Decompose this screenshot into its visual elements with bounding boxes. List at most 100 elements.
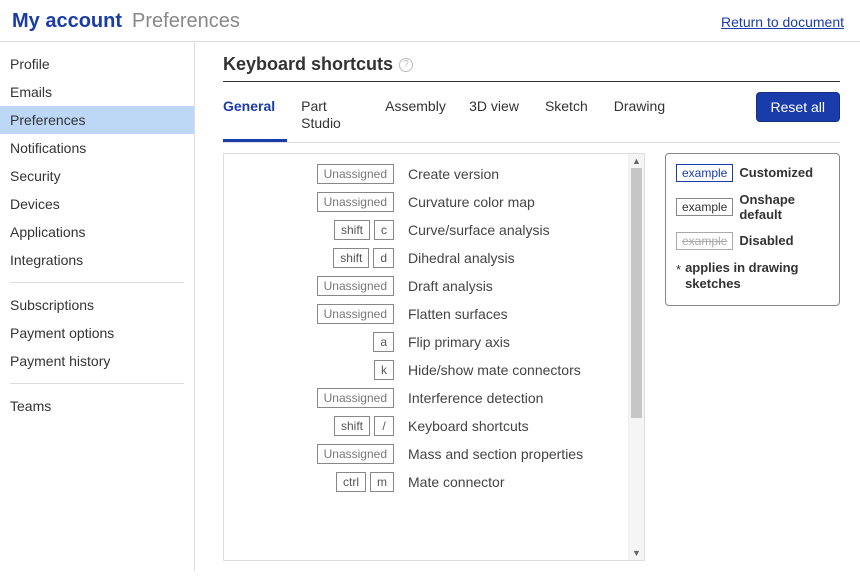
keycap-unassigned[interactable]: Unassigned	[317, 444, 394, 464]
shortcut-row: UnassignedCurvature color map	[234, 192, 622, 212]
shortcut-label: Dihedral analysis	[394, 250, 515, 266]
shortcut-label: Create version	[394, 166, 499, 182]
legend-box: example Customized example Onshape defau…	[665, 153, 840, 307]
return-to-document-link[interactable]: Return to document	[721, 14, 844, 30]
legend-note-text: applies in drawing sketches	[685, 260, 829, 294]
sidebar-item-payment-options[interactable]: Payment options	[0, 319, 194, 347]
shortcut-key-cell[interactable]: Unassigned	[234, 276, 394, 296]
tab-part-studio[interactable]: Part Studio	[301, 92, 371, 142]
sidebar-item-payment-history[interactable]: Payment history	[0, 347, 194, 375]
section-title: Keyboard shortcuts	[223, 54, 393, 75]
legend-row-default: example Onshape default	[676, 192, 829, 222]
sidebar-item-security[interactable]: Security	[0, 162, 194, 190]
shortcut-row: shift/Keyboard shortcuts	[234, 416, 622, 436]
shortcut-row: UnassignedFlatten surfaces	[234, 304, 622, 324]
section-title-row: Keyboard shortcuts ?	[223, 54, 840, 82]
shortcut-label: Mate connector	[394, 474, 505, 490]
tab-drawing[interactable]: Drawing	[614, 92, 677, 142]
legend-key-customized: example	[676, 164, 733, 182]
keycap-unassigned[interactable]: Unassigned	[317, 164, 394, 184]
shortcut-label: Flip primary axis	[394, 334, 510, 350]
tab-3d-view[interactable]: 3D view	[469, 92, 531, 142]
shortcut-key-cell[interactable]: Unassigned	[234, 444, 394, 464]
tab-assembly[interactable]: Assembly	[385, 92, 455, 142]
shortcut-label: Curvature color map	[394, 194, 535, 210]
shortcut-label: Curve/surface analysis	[394, 222, 550, 238]
app-title: My account	[12, 10, 122, 33]
sidebar-item-teams[interactable]: Teams	[0, 392, 194, 420]
header-left: My account Preferences	[12, 10, 240, 33]
keycap-unassigned[interactable]: Unassigned	[317, 304, 394, 324]
keycap-unassigned[interactable]: Unassigned	[317, 276, 394, 296]
keycap[interactable]: /	[374, 416, 394, 436]
shortcut-label: Draft analysis	[394, 278, 493, 294]
scroll-down-icon[interactable]: ▼	[629, 546, 644, 560]
shortcut-pane: UnassignedCreate versionUnassignedCurvat…	[223, 153, 645, 561]
shortcut-row: UnassignedMass and section properties	[234, 444, 622, 464]
shortcut-label: Mass and section properties	[394, 446, 583, 462]
keycap[interactable]: k	[374, 360, 394, 380]
shortcut-key-cell[interactable]: Unassigned	[234, 192, 394, 212]
legend-key-disabled: example	[676, 232, 733, 250]
keycap[interactable]: d	[373, 248, 394, 268]
sidebar: ProfileEmailsPreferencesNotificationsSec…	[0, 42, 195, 571]
legend-note-star: *	[676, 262, 681, 296]
scrollbar[interactable]: ▲ ▼	[628, 154, 644, 560]
shortcut-row: kHide/show mate connectors	[234, 360, 622, 380]
legend-label-disabled: Disabled	[739, 233, 793, 248]
page-header: My account Preferences Return to documen…	[0, 0, 860, 42]
shortcut-row: ctrlmMate connector	[234, 472, 622, 492]
legend-label-default: Onshape default	[739, 192, 829, 222]
sidebar-item-applications[interactable]: Applications	[0, 218, 194, 246]
shortcut-key-cell[interactable]: Unassigned	[234, 388, 394, 408]
shortcut-key-cell[interactable]: a	[234, 332, 394, 352]
shortcut-label: Hide/show mate connectors	[394, 362, 581, 378]
sidebar-item-subscriptions[interactable]: Subscriptions	[0, 291, 194, 319]
sidebar-separator	[10, 282, 184, 283]
keycap[interactable]: shift	[334, 416, 370, 436]
shortcut-key-cell[interactable]: k	[234, 360, 394, 380]
shortcut-label: Flatten surfaces	[394, 306, 508, 322]
shortcut-row: UnassignedInterference detection	[234, 388, 622, 408]
content-area: Keyboard shortcuts ? General Part Studio A…	[195, 42, 860, 571]
scroll-up-icon[interactable]: ▲	[629, 154, 644, 168]
sidebar-separator	[10, 383, 184, 384]
sidebar-item-integrations[interactable]: Integrations	[0, 246, 194, 274]
shortcut-key-cell[interactable]: Unassigned	[234, 304, 394, 324]
legend-label-customized: Customized	[739, 165, 813, 180]
tabs-row: General Part Studio Assembly 3D view Sketch D…	[223, 92, 840, 143]
tab-general[interactable]: General	[223, 92, 287, 142]
sidebar-item-preferences[interactable]: Preferences	[0, 106, 194, 134]
tab-sketch[interactable]: Sketch	[545, 92, 600, 142]
page-subtitle: Preferences	[132, 10, 240, 33]
shortcut-key-cell[interactable]: Unassigned	[234, 164, 394, 184]
help-icon[interactable]: ?	[399, 58, 413, 72]
body-row: UnassignedCreate versionUnassignedCurvat…	[223, 153, 840, 561]
sidebar-item-devices[interactable]: Devices	[0, 190, 194, 218]
keycap-unassigned[interactable]: Unassigned	[317, 388, 394, 408]
keycap-unassigned[interactable]: Unassigned	[317, 192, 394, 212]
keycap[interactable]: shift	[333, 248, 369, 268]
legend-note: * applies in drawing sketches	[676, 260, 829, 294]
shortcut-key-cell[interactable]: shiftc	[234, 220, 394, 240]
keycap[interactable]: c	[374, 220, 394, 240]
scroll-thumb[interactable]	[631, 168, 642, 418]
shortcut-row: aFlip primary axis	[234, 332, 622, 352]
keycap[interactable]: ctrl	[336, 472, 366, 492]
reset-all-button[interactable]: Reset all	[756, 92, 840, 122]
sidebar-item-profile[interactable]: Profile	[0, 50, 194, 78]
shortcut-key-cell[interactable]: ctrlm	[234, 472, 394, 492]
main-layout: ProfileEmailsPreferencesNotificationsSec…	[0, 42, 860, 571]
sidebar-item-notifications[interactable]: Notifications	[0, 134, 194, 162]
keycap[interactable]: m	[370, 472, 394, 492]
shortcut-label: Keyboard shortcuts	[394, 418, 529, 434]
sidebar-item-emails[interactable]: Emails	[0, 78, 194, 106]
shortcut-row: UnassignedDraft analysis	[234, 276, 622, 296]
keycap[interactable]: a	[373, 332, 394, 352]
shortcut-label: Interference detection	[394, 390, 543, 406]
shortcut-row: shiftcCurve/surface analysis	[234, 220, 622, 240]
shortcut-key-cell[interactable]: shiftd	[234, 248, 394, 268]
shortcut-key-cell[interactable]: shift/	[234, 416, 394, 436]
shortcut-list: UnassignedCreate versionUnassignedCurvat…	[224, 154, 628, 560]
keycap[interactable]: shift	[334, 220, 370, 240]
